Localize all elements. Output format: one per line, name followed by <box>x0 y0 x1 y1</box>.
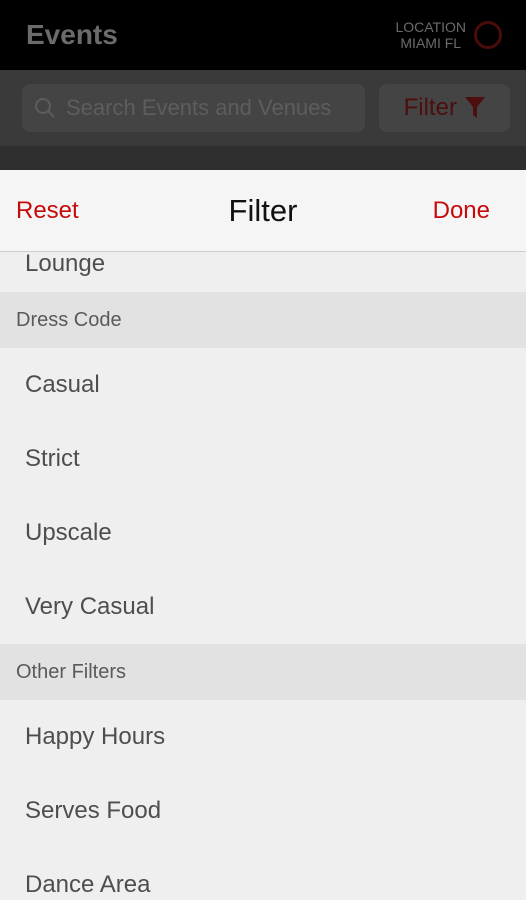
search-icon <box>35 98 55 118</box>
filter-option-dance-area[interactable]: Dance Area <box>0 848 526 900</box>
filter-option-very-casual[interactable]: Very Casual <box>0 570 526 644</box>
dimmed-content-strip <box>0 146 526 170</box>
filter-option-serves-food[interactable]: Serves Food <box>0 774 526 848</box>
filter-sheet: Reset Filter Done Lounge Dress Code Casu… <box>0 170 526 900</box>
search-bar: Search Events and Venues Filter <box>0 70 526 146</box>
search-placeholder: Search Events and Venues <box>66 95 332 120</box>
location-ring-icon <box>474 21 502 49</box>
filter-button-label: Filter <box>403 94 457 121</box>
done-button[interactable]: Done <box>433 197 490 225</box>
section-header-dress-code: Dress Code <box>0 292 526 348</box>
filter-sheet-header: Reset Filter Done <box>0 170 526 252</box>
section-header-other-filters: Other Filters <box>0 644 526 700</box>
app-screen: Events LOCATION MIAMI FL Search Events a… <box>0 0 526 900</box>
location-text: LOCATION MIAMI FL <box>395 19 466 51</box>
location-button[interactable]: LOCATION MIAMI FL <box>395 19 502 51</box>
location-value: MIAMI FL <box>400 35 462 51</box>
filter-option-happy-hours[interactable]: Happy Hours <box>0 700 526 774</box>
reset-button[interactable]: Reset <box>16 197 79 225</box>
location-label: LOCATION <box>395 19 466 35</box>
funnel-icon <box>464 97 485 118</box>
filter-option-strict[interactable]: Strict <box>0 422 526 496</box>
app-header: Events LOCATION MIAMI FL <box>0 0 526 70</box>
filter-button[interactable]: Filter <box>378 84 510 132</box>
filter-option-lounge[interactable]: Lounge <box>0 250 526 292</box>
search-input[interactable]: Search Events and Venues <box>22 84 365 132</box>
filter-option-upscale[interactable]: Upscale <box>0 496 526 570</box>
filter-option-casual[interactable]: Casual <box>0 348 526 422</box>
app-title: Events <box>26 19 118 50</box>
